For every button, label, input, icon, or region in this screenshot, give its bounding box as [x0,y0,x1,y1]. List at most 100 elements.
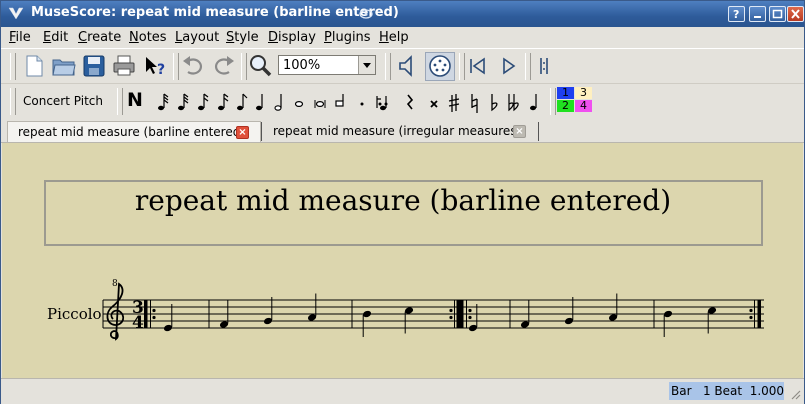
voice-4-button[interactable]: 4 [575,100,592,112]
note-c5[interactable] [404,306,414,334]
zoom-dropdown-arrow[interactable] [358,56,375,74]
maximize-icon [772,9,783,19]
new-file-icon[interactable] [23,54,45,78]
close-tab-button[interactable]: × [236,126,249,139]
16th-note-icon[interactable] [218,93,229,111]
instrument-name[interactable]: Piccolo [47,305,102,323]
treble-clef-icon[interactable]: 8 [106,279,125,341]
toolbar-grip[interactable] [459,53,465,80]
tab-score-irregular-measures[interactable]: repeat mid measure (irregular measures) … [263,121,539,142]
sticky-icon[interactable] [358,6,374,22]
menu-help[interactable]: Help [379,30,409,45]
menu-notes-accel: N [129,30,139,45]
repeat-playback-icon[interactable] [534,55,556,77]
breve-icon[interactable] [314,100,326,108]
concert-pitch-button[interactable]: Concert Pitch [17,89,109,113]
rest-icon[interactable] [406,94,414,110]
toolbar-grip[interactable] [550,88,556,115]
menu-plugins-accel: P [324,30,332,45]
rewind-icon[interactable] [467,55,489,77]
128th-note-icon[interactable] [158,93,169,111]
note-g4[interactable] [263,297,273,325]
time-signature-bottom[interactable]: 4 [132,313,144,333]
menu-edit[interactable]: Edit [43,30,68,45]
voice-1-button[interactable]: 1 [557,87,574,99]
close-tab-button[interactable]: × [513,125,526,138]
toolbar-grip[interactable] [10,53,16,80]
sharp-icon[interactable] [448,94,460,112]
32nd-note-icon[interactable] [198,93,209,111]
score-title[interactable]: repeat mid measure (barline entered) [135,184,671,217]
quarter-note-icon[interactable] [256,94,263,111]
note-a4[interactable] [608,293,618,322]
natural-icon[interactable] [471,94,478,113]
double-flat-icon[interactable] [508,94,519,112]
menu-notes[interactable]: Notes [129,30,167,45]
longa-icon[interactable] [335,94,344,107]
whole-note-icon[interactable] [294,101,304,108]
title-bar[interactable]: MuseScore: repeat mid measure (barline e… [1,1,804,27]
toolbar-grip[interactable] [10,88,16,115]
duration-buttons[interactable] [151,90,541,114]
score-page[interactable]: repeat mid measure (barline entered) Pic… [2,143,803,378]
save-icon[interactable] [82,54,106,78]
close-window-button[interactable] [787,6,804,22]
play-icon[interactable] [498,55,520,77]
window-title: MuseScore: repeat mid measure (barline e… [31,5,399,20]
redo-icon[interactable] [212,55,236,77]
menu-create[interactable]: Create [78,30,121,45]
menu-display-accel: D [268,30,279,45]
toolbar-grip[interactable] [117,88,123,115]
help-window-button[interactable]: ? [728,6,745,22]
note-b4[interactable] [362,310,372,337]
note-e4[interactable] [163,304,173,332]
musescore-app-icon[interactable] [7,5,25,23]
flat-icon[interactable] [491,94,498,112]
resize-grip-icon[interactable] [789,388,801,400]
tab-divider [538,122,539,141]
toolbar-grip[interactable] [241,53,247,80]
score-canvas[interactable]: repeat mid measure (barline entered) Pic… [2,143,803,378]
maximize-button[interactable] [769,6,786,22]
menu-file-label: ile [15,30,31,45]
minimize-button[interactable] [749,6,766,22]
undo-icon[interactable] [181,55,205,77]
note-entry-button[interactable]: N [127,89,143,111]
menu-notes-label: otes [138,30,167,45]
zoom-combobox[interactable]: 100% [278,55,376,75]
half-note-icon[interactable] [274,94,282,111]
note-input-toolbar: Concert Pitch N 1 3 2 4 [1,83,804,118]
whats-this-icon[interactable]: ? [143,54,167,78]
flip-stem-icon[interactable] [530,94,537,111]
print-icon[interactable] [112,54,136,78]
speaker-icon[interactable] [396,54,420,78]
menu-plugins-label: lugins [331,30,371,45]
tab-score-barline-entered[interactable]: repeat mid measure (barline entered) × [7,121,261,142]
zoom-icon[interactable] [249,54,273,78]
menu-file[interactable]: File [9,30,31,45]
voice-2-button[interactable]: 2 [557,100,574,112]
menu-plugins[interactable]: Plugins [324,30,371,45]
note-g4[interactable] [564,297,574,325]
menu-layout[interactable]: Layout [175,30,219,45]
voice-1-label: 1 [562,86,569,99]
dot-icon[interactable] [360,102,364,106]
toolbar-grip[interactable] [525,53,531,80]
tie-icon[interactable] [376,96,387,111]
note-f4[interactable] [520,300,530,329]
note-a4[interactable] [307,293,317,322]
voice-3-button[interactable]: 3 [575,87,592,99]
menu-style[interactable]: Style [226,30,259,45]
open-folder-icon[interactable] [51,54,77,78]
64th-note-icon[interactable] [178,93,189,111]
note-b4[interactable] [663,310,673,337]
zoom-value: 100% [283,58,321,73]
toolbar-grip[interactable] [173,53,179,80]
note-f4[interactable] [219,300,229,329]
note-c5[interactable] [707,306,717,334]
double-sharp-icon[interactable] [430,100,438,108]
menu-display[interactable]: Display [268,30,316,45]
toolbar-grip[interactable] [385,53,391,80]
eighth-note-icon[interactable] [237,93,248,111]
midi-input-button[interactable] [425,52,455,81]
